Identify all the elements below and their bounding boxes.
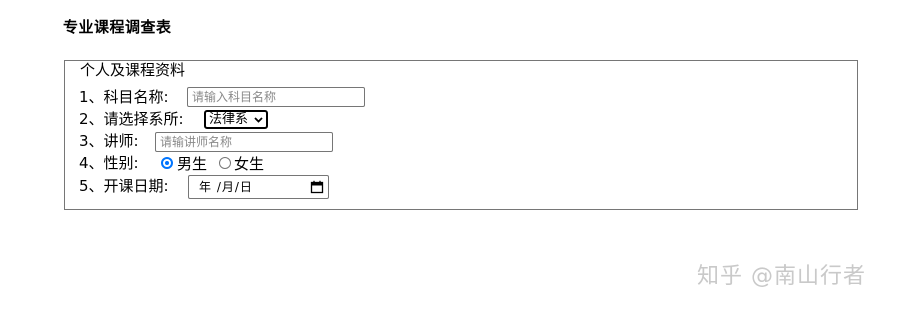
page-title: 专业课程调查表 — [63, 18, 172, 36]
fieldset-legend: 个人及课程资料 — [78, 61, 188, 79]
department-select[interactable]: 法律系 — [204, 110, 268, 129]
male-radio-label[interactable]: 男生 — [177, 154, 207, 174]
course-name-input[interactable] — [187, 87, 365, 107]
page: 专业课程调查表 个人及课程资料 1、科目名称: 2、请选择系所: 法律系 3、讲… — [0, 0, 913, 310]
male-radio[interactable] — [161, 157, 173, 169]
watermark: 知乎 @南山行者 — [697, 264, 866, 289]
department-selected-value: 法律系 — [209, 112, 249, 127]
date-placeholder-text: 年 /月/日 — [199, 180, 253, 194]
course-name-label: 1、科目名称: — [79, 88, 169, 106]
start-date-label: 5、开课日期: — [79, 177, 169, 195]
female-radio-label[interactable]: 女生 — [234, 154, 264, 174]
start-date-input[interactable]: 年 /月/日 — [188, 175, 329, 199]
calendar-icon[interactable] — [310, 180, 324, 194]
female-radio[interactable] — [219, 157, 231, 169]
chevron-down-icon — [254, 117, 263, 123]
lecturer-label: 3、讲师: — [79, 132, 139, 150]
department-label: 2、请选择系所: — [79, 110, 184, 128]
lecturer-input[interactable] — [155, 132, 333, 152]
gender-label: 4、性别: — [79, 154, 139, 172]
